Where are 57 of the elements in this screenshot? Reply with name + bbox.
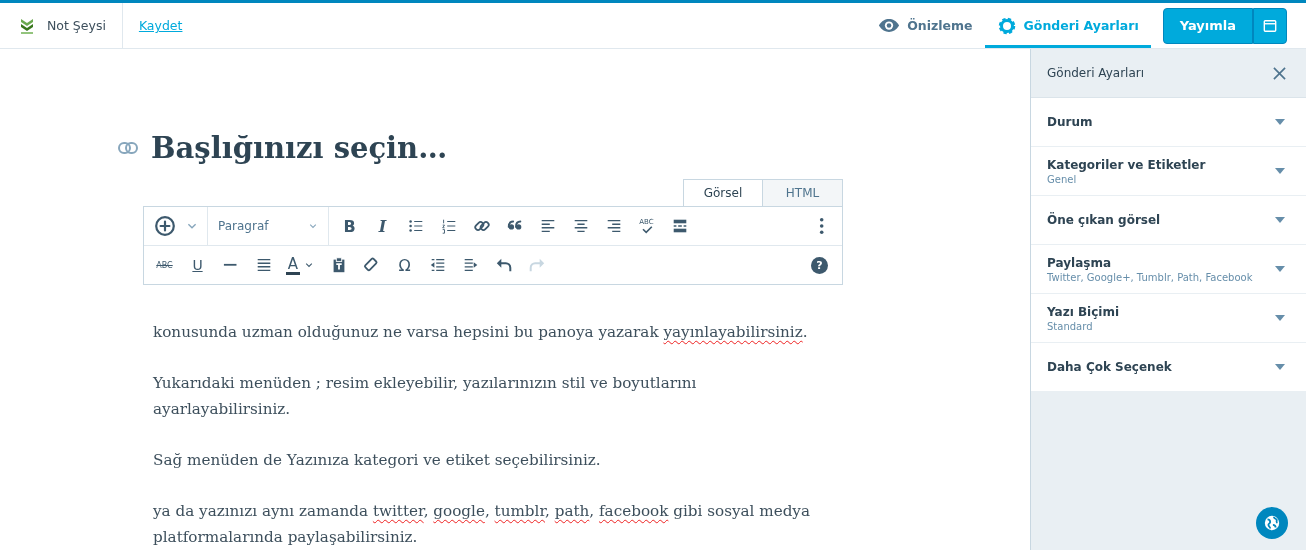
dropdown-arrow-icon: [1275, 217, 1285, 223]
add-icon: [153, 215, 176, 237]
globe-button[interactable]: [1256, 507, 1288, 539]
settings-section[interactable]: Öne çıkan görsel: [1031, 196, 1306, 244]
link-icon[interactable]: [118, 142, 138, 154]
section-title: Daha Çok Seçenek: [1047, 360, 1172, 374]
strikethrough-button[interactable]: ABC: [148, 250, 181, 280]
body-paragraph: Sağ menüden de Yazınıza kategori ve etiket seçebilirsiniz.: [153, 450, 602, 471]
settings-icon: [996, 15, 1017, 36]
dropdown-arrow-icon: [1275, 168, 1285, 174]
editor-tab[interactable]: HTML: [763, 179, 843, 206]
settings-section[interactable]: Daha Çok Seçenek: [1031, 343, 1306, 391]
numbered-list-icon: [439, 217, 458, 235]
more-icon: [818, 217, 825, 235]
eraser-icon: [362, 256, 381, 274]
help-button[interactable]: ?: [811, 256, 828, 274]
calendar-icon: [1263, 18, 1277, 33]
underline-button[interactable]: U: [181, 250, 214, 280]
redo-icon: [527, 256, 546, 274]
outdent-icon: [428, 256, 447, 274]
dropdown-arrow-icon: [1275, 119, 1285, 125]
body-paragraph: konusunda uzman olduğunuz ne varsa hepsini bu panoya yazarak yayınlayabilirsiniz.: [153, 322, 809, 343]
settings-section[interactable]: Yazı Biçimi Standard: [1031, 294, 1306, 342]
dropdown-arrow-icon: [1275, 364, 1285, 370]
undo-icon: [494, 256, 513, 274]
body-paragraph: ya da yazınızı aynı zamanda twitter, google, tumblr, path, facebook gibi sosyal medya platformalarında paylaşabilirsiniz.: [153, 501, 811, 548]
body-paragraph: Yukarıdaki menüden ; resim ekleyebilir, yazılarınızın stil ve boyutlarını ayarlayabilirsiniz.: [153, 373, 698, 420]
section-summary: Standard: [1047, 320, 1094, 332]
schedule-button[interactable]: [1253, 7, 1287, 44]
text-color-button[interactable]: A: [280, 250, 322, 280]
settings-section[interactable]: Paylaşma Twitter, Google+, Tumblr, Path, Facebook: [1031, 245, 1306, 293]
italic-button[interactable]: I: [366, 211, 399, 241]
section-title: Kategoriler ve Etiketler: [1047, 157, 1206, 172]
format-dropdown[interactable]: Paragraf: [212, 211, 324, 241]
section-summary: Genel: [1047, 173, 1078, 185]
horizontal-rule-icon: [223, 263, 238, 267]
bold-button[interactable]: B: [333, 211, 366, 241]
eye-icon: [878, 18, 901, 33]
settings-section[interactable]: Kategoriler ve Etiketler Genel: [1031, 147, 1306, 195]
settings-section[interactable]: Durum: [1031, 98, 1306, 146]
close-icon[interactable]: [1273, 66, 1286, 80]
editor-tab[interactable]: Görsel: [683, 179, 763, 206]
section-title: Paylaşma: [1047, 255, 1112, 270]
globe-icon: [1263, 514, 1281, 532]
section-title: Yazı Biçimi: [1047, 304, 1120, 319]
dropdown-arrow-icon: [1275, 266, 1285, 272]
nav-tab[interactable]: Önizleme: [866, 3, 985, 48]
omega-button[interactable]: Ω: [388, 250, 421, 280]
site-name: Not Şeysi: [47, 18, 106, 33]
dropdown-arrow-icon: [1275, 315, 1285, 321]
site-title[interactable]: Not Şeysi: [0, 3, 123, 48]
sidebar-title: Gönderi Ayarları: [1047, 66, 1145, 80]
title-field[interactable]: Başlığınızı seçin…: [151, 131, 448, 165]
section-title: Öne çıkan görsel: [1047, 213, 1161, 227]
section-title: Durum: [1047, 115, 1093, 129]
bullet-list-icon: [406, 217, 425, 235]
section-summary: Twitter, Google+, Tumblr, Path, Facebook: [1047, 271, 1253, 283]
